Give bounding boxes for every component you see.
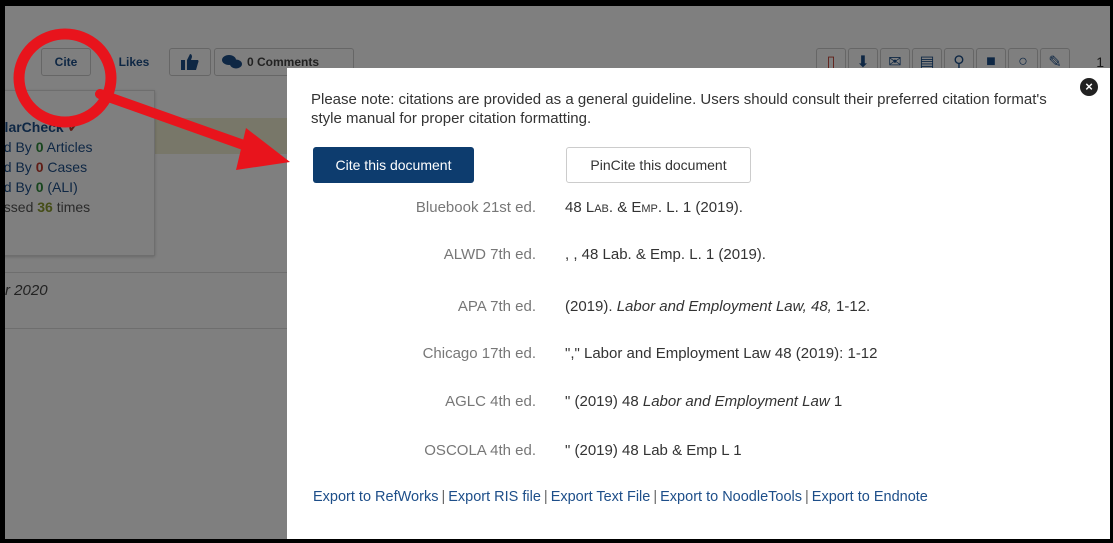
citation-style-label: AGLC 4th ed.	[445, 393, 536, 410]
citation-row-oscola: OSCOLA 4th ed. " (2019) 48 Lab & Emp L 1	[287, 442, 1087, 464]
export-ris-link[interactable]: Export RIS file	[448, 489, 541, 505]
cite-this-document-button[interactable]: Cite this document	[313, 147, 474, 183]
citation-text: 48 Lab. & Emp. L. 1 (2019).	[565, 199, 743, 216]
export-links: Export to RefWorks | Export RIS file | Expor…	[313, 489, 928, 505]
close-icon[interactable]: ×	[1080, 78, 1098, 96]
export-endnote-link[interactable]: Export to Endnote	[812, 489, 928, 505]
citation-style-label: Bluebook 21st ed.	[415, 199, 536, 216]
citation-note: Please note: citations are provided as a…	[311, 91, 1047, 127]
citation-row-apa: APA 7th ed. (2019). Labor and Employment…	[287, 298, 1087, 320]
export-refworks-link[interactable]: Export to RefWorks	[313, 489, 438, 505]
citation-style-label: ALWD 7th ed.	[443, 246, 536, 263]
pincite-this-document-button[interactable]: PinCite this document	[566, 147, 751, 183]
citation-text: " (2019) 48 Lab & Emp L 1	[565, 442, 742, 459]
export-text-link[interactable]: Export Text File	[551, 489, 651, 505]
citation-row-alwd: ALWD 7th ed. , , 48 Lab. & Emp. L. 1 (20…	[287, 246, 1087, 268]
citation-text: " (2019) 48 Labor and Employment Law 1	[565, 393, 843, 410]
citation-style-label: OSCOLA 4th ed.	[424, 442, 536, 459]
citation-row-bluebook: Bluebook 21st ed. 48 Lab. & Emp. L. 1 (2…	[287, 199, 1087, 221]
citation-text: (2019). Labor and Employment Law, 48, 1-…	[565, 298, 871, 315]
citation-row-aglc: AGLC 4th ed. " (2019) 48 Labor and Emplo…	[287, 393, 1087, 415]
citation-style-label: APA 7th ed.	[457, 298, 536, 315]
export-noodletools-link[interactable]: Export to NoodleTools	[660, 489, 802, 505]
citation-text: "," Labor and Employment Law 48 (2019): …	[565, 345, 878, 362]
cite-modal: × Please note: citations are provided as…	[287, 68, 1110, 539]
citation-text: , , 48 Lab. & Emp. L. 1 (2019).	[565, 246, 766, 263]
citation-style-label: Chicago 17th ed.	[422, 345, 536, 362]
citation-row-chicago: Chicago 17th ed. "," Labor and Employmen…	[287, 345, 1087, 367]
